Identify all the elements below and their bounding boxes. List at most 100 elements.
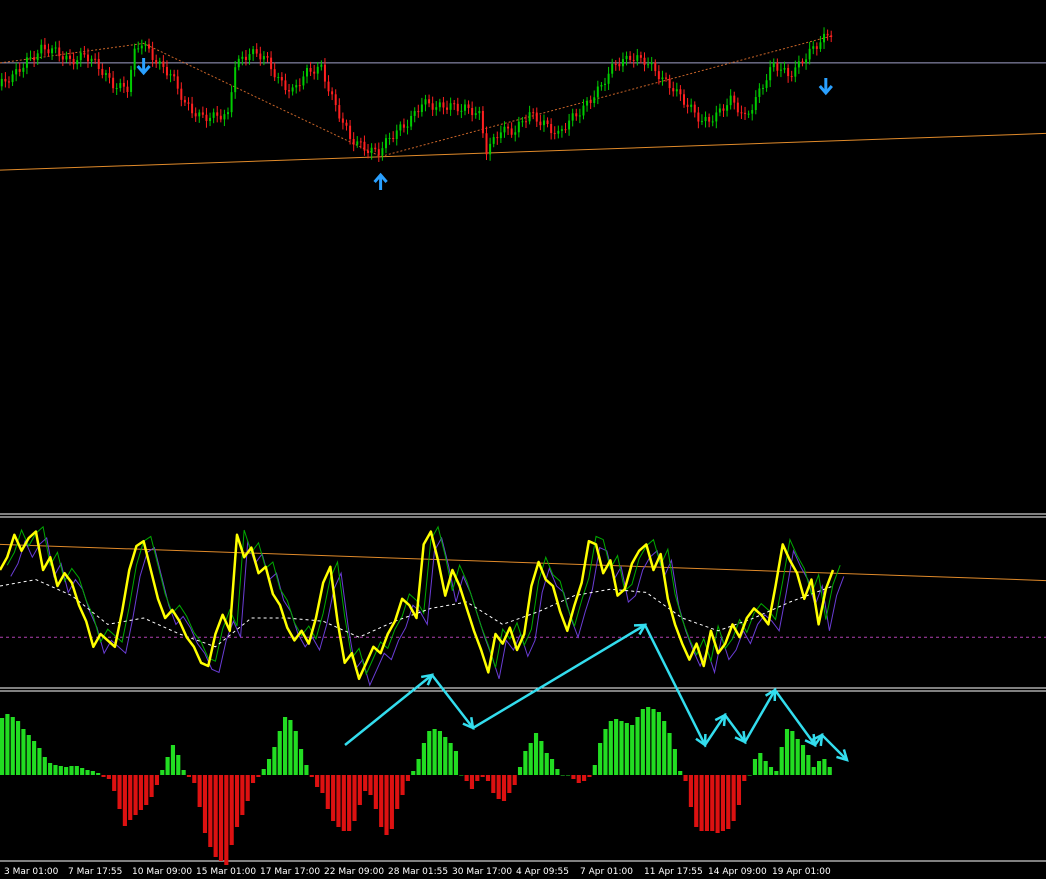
histogram-bar [619, 721, 624, 775]
candle-body [223, 114, 226, 120]
histogram-bar [800, 745, 806, 775]
price-panel[interactable] [0, 27, 1046, 190]
candle-body [61, 56, 64, 60]
time-label: 22 Mar 09:00 [324, 867, 384, 877]
histogram-bar [117, 775, 122, 809]
candle-body [690, 104, 693, 107]
histogram-bar [197, 775, 202, 807]
histogram-bar [288, 720, 293, 775]
trading-chart-window: 3 Mar 01:00 7 Mar 17:55 10 Mar 09:00 15 … [0, 0, 1046, 879]
candle-body [797, 61, 800, 68]
candle-body [7, 81, 10, 83]
histogram-bar [662, 721, 667, 775]
oscillator-panel[interactable] [0, 525, 1046, 687]
candle-body [284, 80, 287, 91]
candle-body [0, 78, 3, 87]
histogram-bar [400, 775, 405, 795]
candle-body [571, 113, 574, 121]
candle-body [815, 46, 818, 49]
histogram-bar [229, 775, 234, 845]
candle-body [679, 89, 682, 95]
histogram-bar [26, 735, 31, 775]
candle-body [381, 148, 384, 156]
candle-body [309, 67, 312, 72]
candle-body [751, 110, 754, 114]
candle-body [237, 58, 240, 68]
candle-body [47, 49, 50, 54]
candle-body [517, 121, 520, 133]
histogram-bar [443, 737, 448, 775]
candle-body [54, 47, 57, 49]
candle-body [532, 112, 535, 114]
histogram-bar [469, 775, 475, 789]
candle-body [453, 103, 456, 105]
time-label: 28 Mar 01:55 [388, 867, 448, 877]
histogram-bar [101, 775, 106, 777]
candle-body [618, 64, 621, 67]
candle-body [758, 88, 761, 97]
oscillator-main-line [0, 530, 835, 681]
candle-body [449, 103, 452, 110]
candle-body [112, 77, 115, 89]
histogram-bar [357, 775, 362, 805]
histogram-bar [144, 775, 149, 805]
histogram-bar [64, 767, 69, 775]
candle-body [729, 95, 732, 106]
candle-body [305, 67, 308, 77]
candle-body [697, 112, 700, 122]
histogram-bar [21, 729, 26, 775]
candle-body [43, 44, 46, 50]
time-axis: 3 Mar 01:00 7 Mar 17:55 10 Mar 09:00 15 … [4, 867, 831, 877]
candle-body [180, 88, 183, 100]
candle-body [86, 54, 89, 62]
candle-body [363, 141, 366, 151]
candle-body [323, 64, 326, 82]
histogram-bar [176, 755, 181, 775]
candle-body [772, 62, 775, 68]
candle-body [830, 35, 833, 37]
candle-body [715, 112, 718, 122]
chart-canvas[interactable]: 3 Mar 01:00 7 Mar 17:55 10 Mar 09:00 15 … [0, 0, 1046, 879]
candle-body [356, 141, 359, 145]
candle-body [492, 137, 495, 144]
histogram-bar [112, 775, 117, 791]
histogram-bar [170, 745, 176, 775]
histogram-bar [517, 767, 523, 775]
candle-body [140, 45, 143, 49]
candle-body [313, 71, 316, 74]
histogram-bar [48, 763, 53, 775]
histogram-bar [149, 775, 154, 797]
histogram-bar [128, 775, 133, 820]
candle-body [765, 80, 768, 88]
candle-body [546, 120, 549, 125]
candle-body [823, 33, 826, 43]
candle-body [352, 138, 355, 145]
histogram-bar [437, 731, 442, 775]
candle-body [812, 46, 815, 49]
histogram-bar [475, 775, 480, 781]
candle-body [155, 59, 158, 64]
histogram-bar [694, 775, 699, 827]
histogram-bar [373, 775, 378, 809]
histogram-bar [427, 731, 432, 775]
histogram-bar [218, 775, 224, 861]
candle-body [586, 100, 589, 106]
candle-body [657, 71, 660, 80]
histogram-bar [299, 749, 304, 775]
histogram-bar [58, 766, 63, 775]
candle-body [226, 112, 229, 115]
histogram-bar [827, 767, 832, 775]
candle-body [108, 73, 111, 78]
histogram-bar [384, 775, 389, 835]
histogram-bar [784, 729, 790, 775]
candle-body [270, 57, 273, 70]
histogram-bar [69, 766, 74, 775]
candle-body [528, 112, 531, 122]
time-label: 7 Mar 17:55 [68, 867, 122, 877]
histogram-bar [10, 717, 15, 775]
histogram-bar [368, 775, 373, 795]
candle-body [539, 121, 542, 126]
histogram-bar [37, 748, 42, 775]
histogram-panel[interactable] [0, 707, 832, 865]
candle-body [384, 138, 387, 149]
